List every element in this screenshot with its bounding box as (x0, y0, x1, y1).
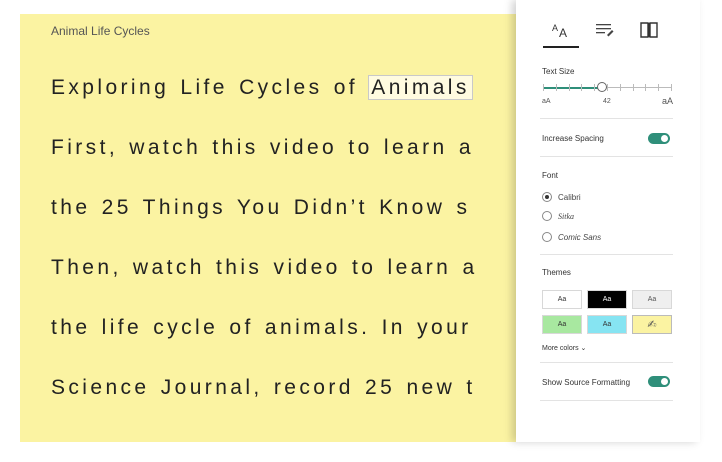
slider-tick (645, 84, 647, 91)
text-size-value: 42 (603, 98, 611, 105)
theme-swatch-yellow[interactable]: ✍ (632, 315, 672, 334)
text-size-large-icon: aA (662, 96, 674, 106)
theme-swatch-white[interactable]: Aa (542, 290, 582, 309)
theme-swatch-gray[interactable]: Aa (632, 290, 672, 309)
radio-icon (542, 232, 552, 242)
text-line-text: the life cycle of animals. In your (51, 316, 472, 339)
text-line: the 25 Things You Didn’t Know s (51, 196, 470, 220)
slider-tick (658, 84, 660, 91)
grammar-icon (596, 24, 614, 37)
svg-text:A: A (552, 23, 558, 33)
slider-tick (619, 84, 621, 91)
font-option-sitka[interactable]: Sitka (542, 211, 574, 221)
tab-reading-preferences[interactable] (636, 18, 662, 42)
text-size-icon: A A (552, 23, 567, 39)
slider-tick (568, 84, 570, 91)
slider-tick (555, 84, 557, 91)
themes-label: Themes (542, 268, 571, 277)
slider-tick (543, 84, 544, 91)
text-size-label: Text Size (542, 67, 575, 76)
divider (540, 118, 673, 119)
font-option-label: Calibri (558, 192, 581, 202)
text-line: First, watch this video to learn a (51, 136, 474, 160)
divider (540, 362, 673, 363)
slider-tick (671, 84, 672, 91)
text-line-text: Science Journal, record 25 new t (51, 376, 476, 399)
highlighted-word[interactable]: Animals (368, 75, 473, 100)
divider (540, 156, 673, 157)
show-source-formatting-toggle[interactable] (648, 376, 670, 387)
theme-swatch-cyan[interactable]: Aa (587, 315, 627, 334)
tab-grammar-options[interactable] (592, 18, 618, 42)
font-option-label: Comic Sans (558, 232, 602, 242)
divider (540, 400, 673, 401)
text-size-slider-fill (543, 87, 602, 89)
font-option-comic-sans[interactable]: Comic Sans (542, 232, 601, 242)
increase-spacing-label: Increase Spacing (542, 134, 604, 143)
more-colors-link[interactable]: More colors ⌄ (542, 344, 586, 352)
text-line: Then, watch this video to learn a (51, 256, 478, 280)
font-option-label: Sitka (558, 211, 574, 221)
text-line-before: Exploring Life Cycles of (51, 76, 370, 99)
radio-checked-icon (542, 192, 552, 202)
slider-tick (632, 84, 634, 91)
svg-text:A: A (559, 26, 567, 39)
theme-swatch-green[interactable]: Aa (542, 315, 582, 334)
font-label: Font (542, 171, 559, 180)
text-line: Science Journal, record 25 new t (51, 376, 476, 400)
tab-text-options[interactable]: A A (543, 18, 579, 48)
text-line-text: Then, watch this video to learn a (51, 256, 478, 279)
show-source-formatting-label: Show Source Formatting (542, 378, 631, 387)
text-line: the life cycle of animals. In your (51, 316, 472, 340)
text-size-slider-thumb[interactable] (596, 82, 607, 92)
divider (540, 254, 673, 255)
font-option-calibri[interactable]: Calibri (542, 192, 581, 202)
theme-swatch-black[interactable]: Aa (587, 290, 627, 309)
slider-tick (581, 84, 583, 91)
book-icon (640, 22, 658, 38)
text-size-small-icon: aA (542, 98, 551, 105)
text-line-text: First, watch this video to learn a (51, 136, 474, 159)
radio-icon (542, 211, 552, 221)
text-preferences-panel: A A Text Size aA 42 aA Increase Spacing (516, 0, 700, 442)
immersive-reader-view: Animal Life Cycles Exploring Life Cycles… (20, 14, 516, 442)
increase-spacing-toggle[interactable] (648, 133, 670, 144)
text-line-text: the 25 Things You Didn’t Know s (51, 196, 471, 219)
document-title: Animal Life Cycles (51, 24, 150, 38)
slider-tick (607, 84, 608, 91)
text-line: Exploring Life Cycles of Animals (51, 75, 473, 100)
panel-tabs: A A (540, 18, 670, 48)
slider-tick (594, 84, 596, 91)
